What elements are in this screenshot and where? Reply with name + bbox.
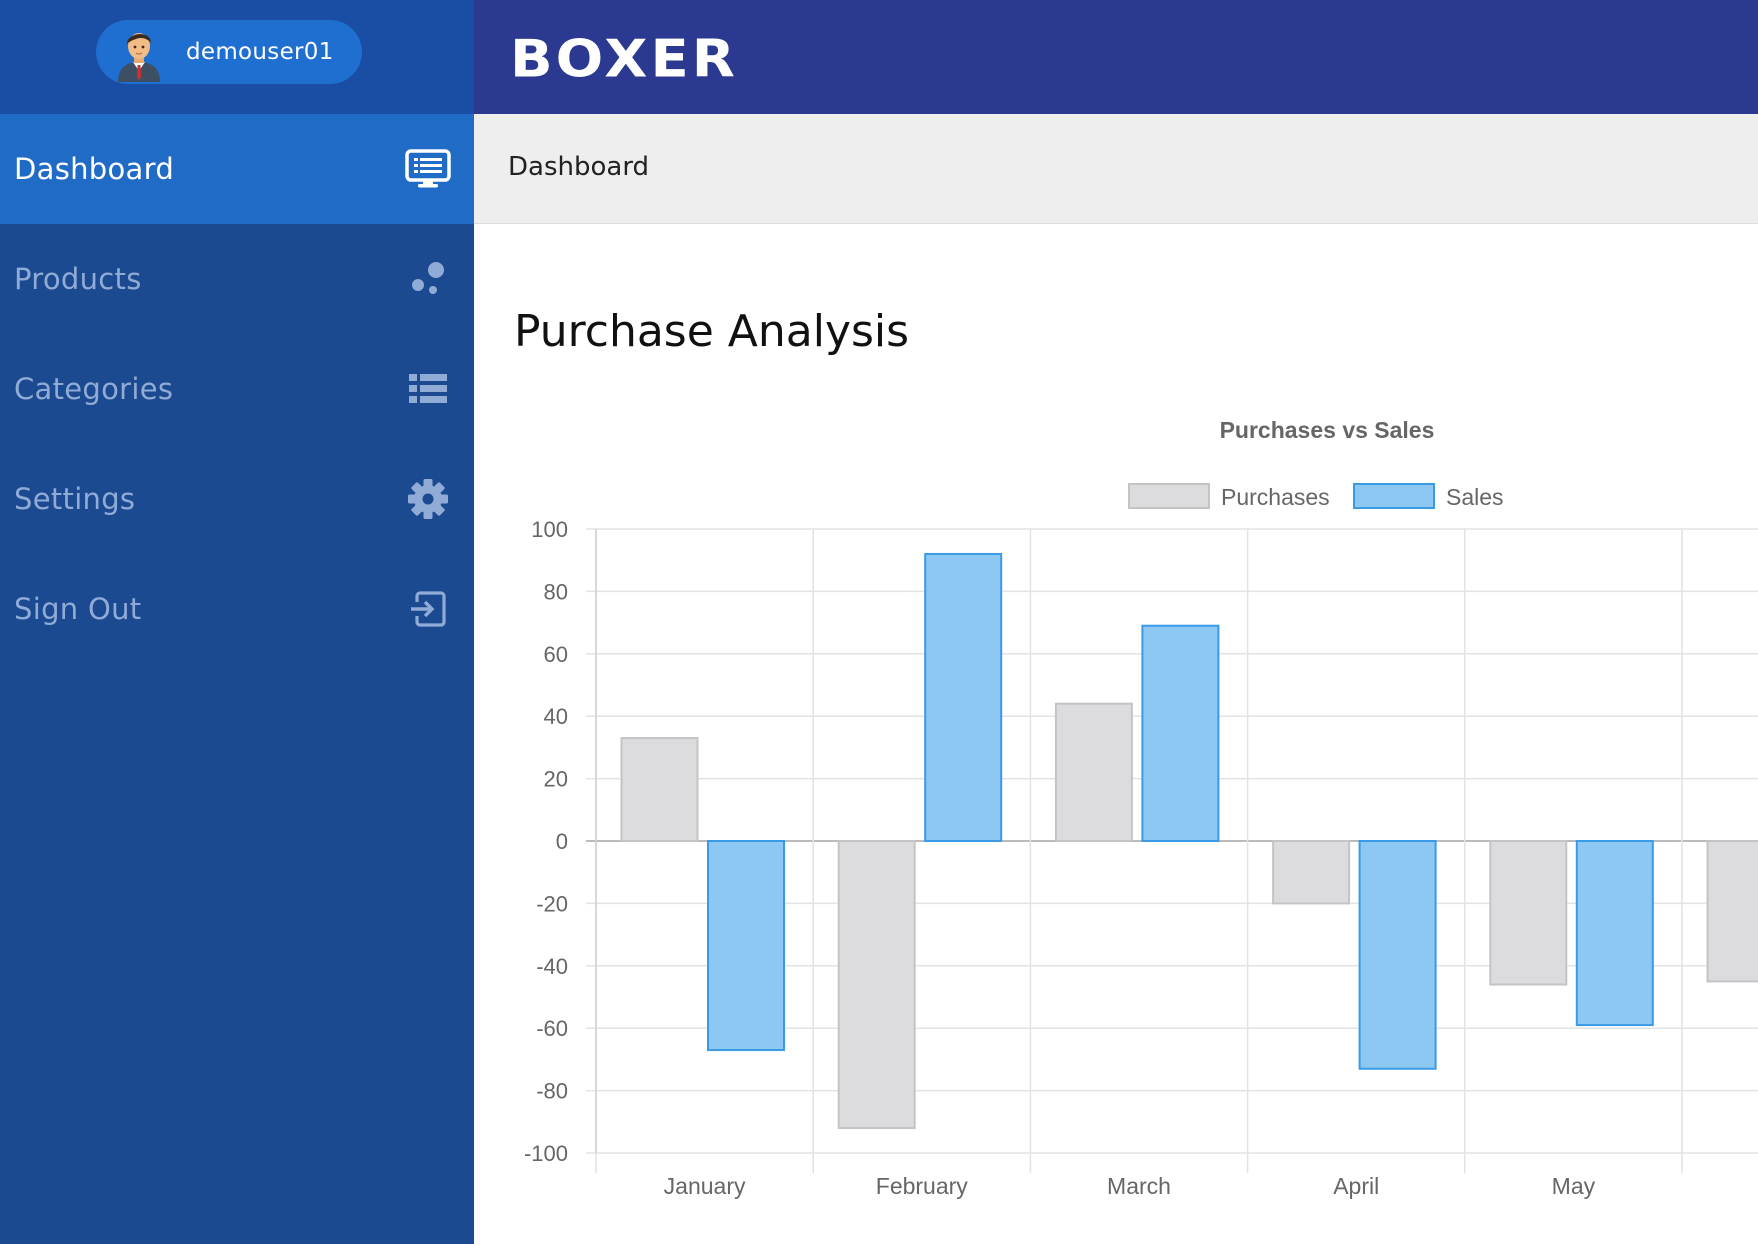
monitor-icon xyxy=(404,145,452,193)
x-tick-label: February xyxy=(876,1173,969,1199)
sidebar-item-categories[interactable]: Categories xyxy=(0,334,474,444)
y-tick-label: -20 xyxy=(536,891,568,916)
sidebar-item-label: Products xyxy=(14,262,142,296)
legend-label-sales: Sales xyxy=(1446,484,1504,510)
sidebar-item-label: Settings xyxy=(14,482,136,516)
x-tick-label: January xyxy=(664,1173,746,1199)
y-tick-label: -80 xyxy=(536,1079,568,1104)
bar-purchases-march xyxy=(1054,702,1133,842)
legend-swatch-purchases xyxy=(1128,483,1210,509)
bar-sales-april xyxy=(1358,840,1437,1070)
y-tick-label: 20 xyxy=(544,767,568,792)
x-tick-label: April xyxy=(1333,1173,1379,1199)
chart-title: Purchases vs Sales xyxy=(1220,417,1435,443)
y-tick-label: 80 xyxy=(544,579,568,604)
gear-icon xyxy=(404,475,452,523)
sidebar-nav: Dashboard Products Categories Settings S… xyxy=(0,114,474,664)
breadcrumb-bar: Dashboard xyxy=(474,114,1758,224)
legend-label-purchases: Purchases xyxy=(1221,484,1330,510)
y-tick-label: -40 xyxy=(536,954,568,979)
bar-purchases-january xyxy=(620,737,699,842)
purchases-vs-sales-chart: Purchases vs Sales Purchases Sales 100 80 60 4… xyxy=(524,417,1758,1199)
bar-purchases-june xyxy=(1706,840,1758,983)
bar-purchases-may xyxy=(1489,840,1568,986)
bar-purchases-april xyxy=(1272,840,1351,905)
bar-sales-may xyxy=(1575,840,1654,1027)
bar-purchases-february xyxy=(837,840,916,1130)
user-area: demouser01 xyxy=(0,0,474,114)
sidebar-item-sign-out[interactable]: Sign Out xyxy=(0,554,474,664)
brand-logo[interactable]: BOXER xyxy=(510,34,738,86)
list-icon xyxy=(404,365,452,413)
breadcrumb: Dashboard xyxy=(508,152,650,182)
main-content: Purchase Analysis Purchases vs Sales Purc… xyxy=(474,224,1758,1244)
x-tick-label: March xyxy=(1107,1173,1171,1199)
legend-swatch-sales xyxy=(1353,483,1435,509)
username: demouser01 xyxy=(186,39,334,65)
y-tick-label: 0 xyxy=(556,829,568,854)
sidebar: demouser01 Dashboard Products Categories… xyxy=(0,0,474,1244)
sidebar-item-products[interactable]: Products xyxy=(0,224,474,334)
x-tick-label: May xyxy=(1552,1173,1596,1199)
bar-sales-january xyxy=(707,840,785,1052)
sidebar-item-dashboard[interactable]: Dashboard xyxy=(0,114,474,224)
y-tick-label: -100 xyxy=(524,1141,568,1166)
y-tick-label: 100 xyxy=(531,517,568,542)
sidebar-item-label: Dashboard xyxy=(14,152,175,186)
sidebar-item-label: Categories xyxy=(14,372,174,406)
y-tick-label: 60 xyxy=(544,642,568,667)
bubbles-icon xyxy=(404,255,452,303)
sidebar-item-label: Sign Out xyxy=(14,592,142,626)
user-menu-button[interactable]: demouser01 xyxy=(96,20,362,84)
top-header: BOXER xyxy=(474,0,1758,114)
bar-sales-february xyxy=(924,552,1003,842)
sign-out-icon xyxy=(404,585,452,633)
app-window: demouser01 Dashboard Products Categories… xyxy=(0,0,1758,1244)
y-tick-label: -60 xyxy=(536,1016,568,1041)
bar-sales-march xyxy=(1141,624,1220,842)
y-tick-label: 40 xyxy=(544,704,568,729)
sidebar-item-settings[interactable]: Settings xyxy=(0,444,474,554)
avatar xyxy=(118,33,160,82)
